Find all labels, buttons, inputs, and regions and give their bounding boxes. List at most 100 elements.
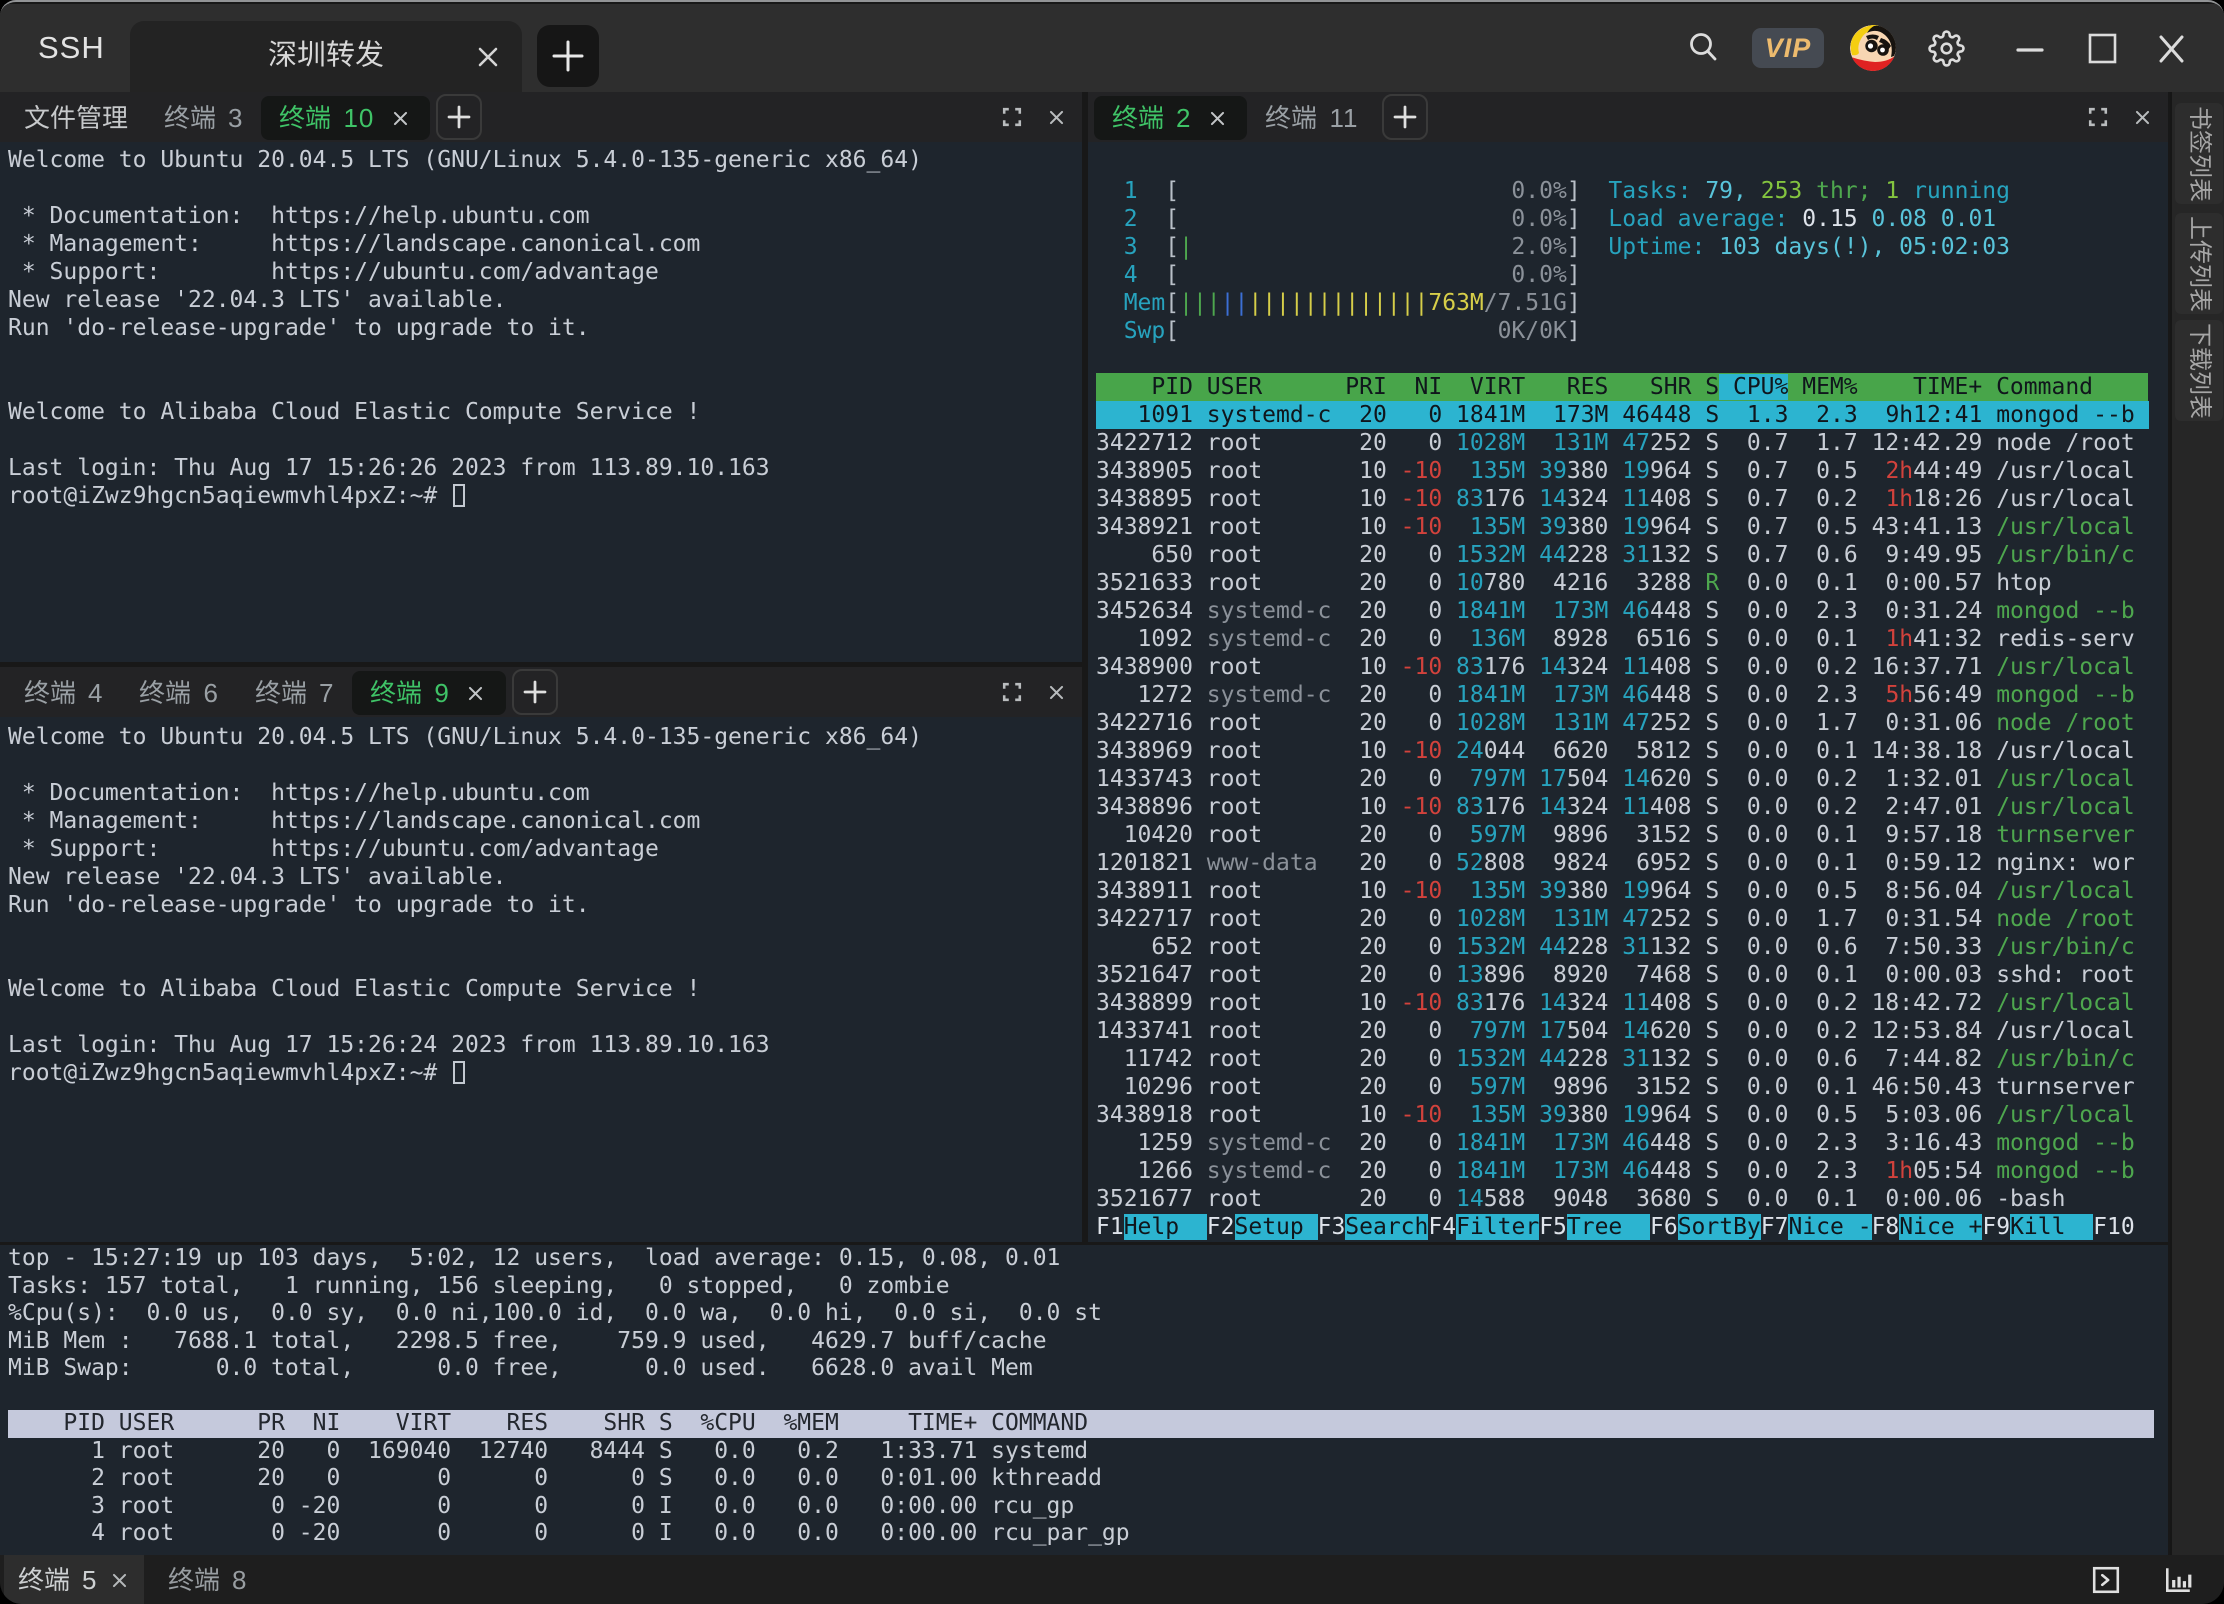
tab-label (24, 103, 128, 134)
session-tab-title (130, 21, 522, 92)
terminal-line (8, 426, 1082, 454)
terminal-line: root@iZwz9hgcn5aqiewmvhl4pxZ:~# (8, 482, 1082, 510)
terminal-line: * Documentation: https://help.ubuntu.com (8, 202, 1082, 230)
close-button[interactable] (2150, 26, 2194, 70)
terminal-line: 3438899 root 10 -10 83176 14324 11408 S … (1096, 989, 2168, 1017)
maximize-button[interactable] (2080, 26, 2124, 70)
tab-terminal-10[interactable]: 10 (261, 96, 430, 140)
terminal-panel-icon[interactable] (2074, 1557, 2138, 1603)
add-tab-button[interactable] (436, 94, 482, 140)
chart-panel-icon[interactable] (2146, 1557, 2210, 1603)
terminal-line: 3422712 root 20 0 1028M 131M 47252 S 0.7… (1096, 429, 2168, 457)
terminal-10-screen[interactable]: Welcome to Ubuntu 20.04.5 LTS (GNU/Linux… (0, 142, 1082, 662)
terminal-line: %Cpu(s): 0.0 us, 0.0 sy, 0.0 ni,100.0 id… (8, 1300, 2168, 1328)
pane-close-icon[interactable] (1036, 672, 1076, 712)
tab-terminal-3[interactable]: 3 (146, 96, 261, 140)
tab-file-manager[interactable] (6, 96, 146, 140)
terminal-line: Welcome to Ubuntu 20.04.5 LTS (GNU/Linux… (8, 723, 1082, 751)
terminal-line: Run 'do-release-upgrade' to upgrade to i… (8, 891, 1082, 919)
tab-close-icon[interactable] (464, 681, 488, 705)
terminal-line: Last login: Thu Aug 17 15:26:24 2023 fro… (8, 1031, 1082, 1059)
terminal-line: 3438921 root 10 -10 135M 39380 19964 S 0… (1096, 513, 2168, 541)
pane-bottom: top - 15:27:19 up 103 days, 5:02, 12 use… (0, 1245, 2168, 1555)
gear-icon[interactable] (1924, 26, 1968, 70)
tab-terminal-2[interactable]: 2 (1094, 96, 1247, 140)
terminal-line (8, 370, 1082, 398)
tab-close-icon[interactable] (1205, 106, 1229, 130)
tab-terminal-5[interactable]: 5 (4, 1555, 144, 1604)
search-icon[interactable] (1682, 26, 1726, 70)
session-tab-shenzhen[interactable] (130, 21, 522, 92)
pane-close-icon[interactable] (2122, 97, 2162, 137)
terminal-line: * Management: https://landscape.canonica… (8, 230, 1082, 258)
terminal-2-htop-screen[interactable]: 1 [ 0.0%] Tasks: 79, 253 thr; 1 running … (1088, 142, 2168, 1242)
new-session-button[interactable] (537, 25, 599, 87)
sidebar (2170, 92, 2224, 1555)
terminal-line: * Management: https://landscape.canonica… (8, 807, 1082, 835)
tab-label (279, 103, 331, 134)
terminal-line (8, 174, 1082, 202)
terminal-line: 3438911 root 10 -10 135M 39380 19964 S 0… (1096, 877, 2168, 905)
terminal-line: Welcome to Ubuntu 20.04.5 LTS (GNU/Linux… (8, 146, 1082, 174)
terminal-line: 3 root 0 -20 0 0 0 I 0.0 0.0 0:00.00 rcu… (8, 1493, 2168, 1521)
add-tab-button[interactable] (1382, 94, 1428, 140)
bookmark-list-button[interactable] (2175, 103, 2223, 204)
terminal-line: 11742 root 20 0 1532M 44228 31132 S 0.0 … (1096, 1045, 2168, 1073)
tab-terminal-8[interactable]: 8 (154, 1555, 261, 1604)
tab-label (255, 678, 307, 709)
tab-terminal-9[interactable]: 9 (352, 671, 505, 715)
terminal-line (1096, 345, 2168, 373)
terminal-line: New release '22.04.3 LTS' available. (8, 863, 1082, 891)
terminal-line: MiB Swap: 0.0 total, 0.0 free, 0.0 used.… (8, 1355, 2168, 1383)
terminal-line: 1 root 20 0 169040 12740 8444 S 0.0 0.2 … (8, 1438, 2168, 1466)
tabbar-right: 211 (1088, 92, 2168, 142)
terminal-line (8, 751, 1082, 779)
terminal-line: top - 15:27:19 up 103 days, 5:02, 12 use… (8, 1245, 2168, 1273)
terminal-line: root@iZwz9hgcn5aqiewmvhl4pxZ:~# (8, 1059, 1082, 1087)
tabbar-top-left: 310 (0, 92, 1082, 142)
terminal-line: 3438895 root 10 -10 83176 14324 11408 S … (1096, 485, 2168, 513)
terminal-line: 2 root 20 0 0 0 0 S 0.0 0.0 0:01.00 kthr… (8, 1465, 2168, 1493)
tab-terminal-7[interactable]: 7 (237, 671, 352, 715)
terminal-line: Mem[||||||||||||||||||763M/7.51G] (1096, 289, 2168, 317)
bottom-tab-bar: 58 (0, 1555, 2224, 1604)
vip-badge[interactable]: VIP (1752, 28, 1824, 68)
tab-label (139, 678, 191, 709)
download-list-button[interactable] (2175, 320, 2223, 421)
terminal-line: Last login: Thu Aug 17 15:26:26 2023 fro… (8, 454, 1082, 482)
upload-list-button[interactable] (2175, 213, 2223, 314)
terminal-line: F1Help F2Setup F3SearchF4FilterF5Tree F6… (1096, 1213, 2168, 1241)
terminal-line: * Support: https://ubuntu.com/advantage (8, 835, 1082, 863)
pane-maximize-icon[interactable] (992, 672, 1032, 712)
tab-close-icon[interactable] (108, 1570, 130, 1592)
vip-label: VIP (1765, 33, 1812, 64)
tab-terminal-6[interactable]: 6 (121, 671, 236, 715)
tab-terminal-11[interactable]: 11 (1247, 96, 1376, 140)
tab-close-icon[interactable] (388, 106, 412, 130)
titlebar-controls: VIP (1682, 4, 2224, 92)
terminal-line: 3521647 root 20 0 13896 8920 7468 S 0.0 … (1096, 961, 2168, 989)
htop-selected-row: 1091 systemd-c 20 0 1841M 173M 46448 S 1… (1096, 401, 2149, 429)
terminal-9-screen[interactable]: Welcome to Ubuntu 20.04.5 LTS (GNU/Linux… (0, 715, 1082, 1242)
tabbar-bottom-left: 4679 (0, 667, 1082, 717)
minimize-button[interactable] (2008, 26, 2052, 70)
pane-maximize-icon[interactable] (992, 97, 1032, 137)
terminal-line: 3438905 root 10 -10 135M 39380 19964 S 0… (1096, 457, 2168, 485)
terminal-5-top-screen[interactable]: top - 15:27:19 up 103 days, 5:02, 12 use… (0, 1245, 2168, 1555)
sidebar-item-label (2185, 106, 2213, 202)
terminal-line: 3 [| 2.0%] Uptime: 103 days(!), 05:02:03 (1096, 233, 2168, 261)
add-tab-button[interactable] (512, 669, 558, 715)
pane-close-icon[interactable] (1036, 97, 1076, 137)
app-window: SSH VIP (0, 0, 2224, 1604)
app-title: SSH (38, 4, 105, 92)
tab-terminal-4[interactable]: 4 (6, 671, 121, 715)
terminal-line: 650 root 20 0 1532M 44228 31132 S 0.7 0.… (1096, 541, 2168, 569)
session-tab-close-icon[interactable] (466, 35, 510, 79)
terminal-line: 4 [ 0.0%] (1096, 261, 2168, 289)
process-table-header: PID USER PR NI VIRT RES SHR S %CPU %MEM … (8, 1410, 2154, 1438)
pane-maximize-icon[interactable] (2078, 97, 2118, 137)
terminal-line (8, 919, 1082, 947)
avatar[interactable] (1850, 25, 1896, 71)
terminal-line: 1259 systemd-c 20 0 1841M 173M 46448 S 0… (1096, 1129, 2168, 1157)
sidebar-item-label (2185, 216, 2213, 312)
